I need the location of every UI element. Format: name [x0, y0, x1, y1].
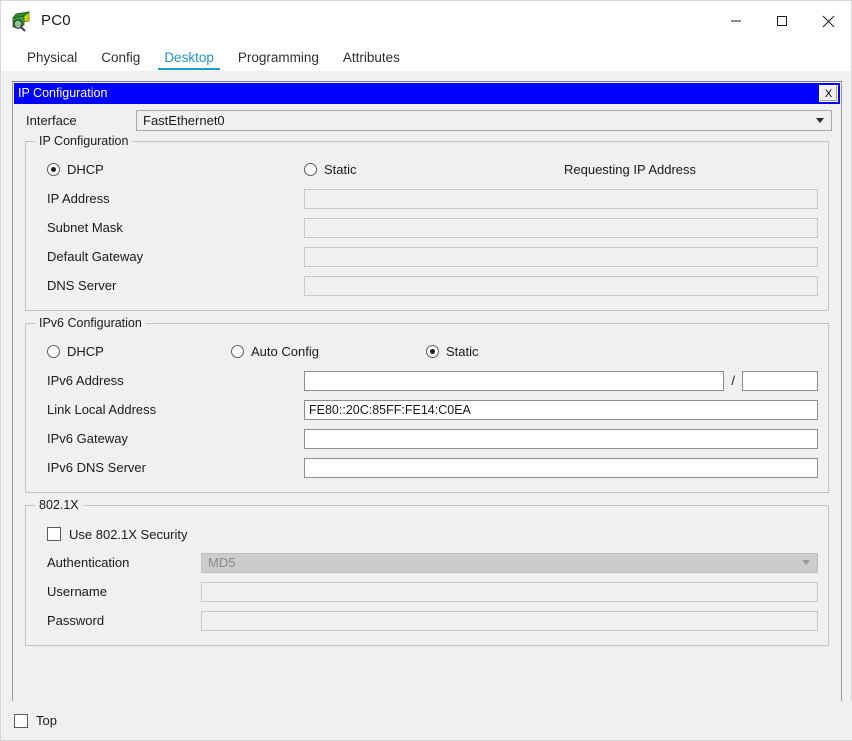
- ipv4-static-label: Static: [324, 161, 357, 177]
- ipv6-prefix-length-input[interactable]: [742, 370, 818, 391]
- ipv4-configuration-group: IP Configuration DHCP Static Requesting …: [25, 134, 829, 311]
- ipv6-autoconfig-radio-item[interactable]: Auto Config: [231, 344, 426, 359]
- ipv6-group-legend: IPv6 Configuration: [35, 316, 146, 330]
- use-dot1x-security-label: Use 802.1X Security: [69, 526, 188, 542]
- pc-device-window: PC0 Physical Config Desktop Programming …: [0, 0, 852, 741]
- ipv4-static-radio-item[interactable]: Static: [304, 162, 564, 177]
- authentication-row: Authentication MD5: [36, 548, 818, 577]
- use-dot1x-security-checkbox[interactable]: [47, 527, 61, 541]
- dns-server-input[interactable]: [304, 275, 818, 296]
- ipv6-static-radio-item[interactable]: Static: [426, 344, 479, 359]
- packet-tracer-device-icon: [11, 10, 33, 32]
- ip-address-label: IP Address: [47, 191, 110, 206]
- dot1x-group-legend: 802.1X: [35, 498, 83, 512]
- window-titlebar: PC0: [1, 1, 851, 41]
- chevron-down-icon: [816, 118, 824, 123]
- device-tabbar: Physical Config Desktop Programming Attr…: [1, 41, 851, 71]
- desktop-content-panel: IP Configuration X Interface FastEtherne…: [12, 81, 842, 703]
- default-gateway-input[interactable]: [304, 246, 818, 267]
- interface-label: Interface: [26, 113, 77, 128]
- ipv6-dns-server-row: IPv6 DNS Server: [36, 453, 818, 482]
- ipv6-address-row: IPv6 Address /: [36, 366, 818, 395]
- authentication-label: Authentication: [47, 555, 130, 570]
- password-row: Password: [36, 606, 818, 635]
- ipv4-dhcp-status: Requesting IP Address: [564, 161, 697, 177]
- ipv4-group-legend: IP Configuration: [35, 134, 133, 148]
- top-checkbox[interactable]: [14, 713, 28, 728]
- interface-dropdown[interactable]: FastEthernet0: [136, 110, 832, 131]
- ipv4-dhcp-label: DHCP: [67, 161, 104, 177]
- chevron-down-icon: [802, 560, 810, 565]
- ipv6-mode-row: DHCP Auto Config Static: [36, 338, 818, 364]
- dns-server-label: DNS Server: [47, 278, 117, 293]
- authentication-value: MD5: [208, 555, 236, 570]
- tab-programming[interactable]: Programming: [226, 47, 331, 71]
- ipv6-dhcp-label: DHCP: [67, 343, 104, 359]
- ip-configuration-titlebar: IP Configuration X: [14, 83, 840, 104]
- ipv6-address-label: IPv6 Address: [47, 373, 124, 388]
- ipv6-static-label: Static: [446, 343, 479, 359]
- dot1x-group: 802.1X Use 802.1X Security Authenticatio…: [25, 498, 829, 646]
- tab-config[interactable]: Config: [89, 47, 152, 71]
- ipv6-prefix-separator: /: [731, 373, 735, 388]
- link-local-address-label: Link Local Address: [47, 402, 157, 417]
- ipv6-dhcp-radio-item[interactable]: DHCP: [36, 344, 231, 359]
- link-local-address-input[interactable]: FE80::20C:85FF:FE14:C0EA: [304, 399, 818, 420]
- subnet-mask-label: Subnet Mask: [47, 220, 123, 235]
- link-local-address-row: Link Local Address FE80::20C:85FF:FE14:C…: [36, 395, 818, 424]
- ipv6-gateway-row: IPv6 Gateway: [36, 424, 818, 453]
- ip-address-input[interactable]: [304, 188, 818, 209]
- ip-configuration-window: IP Configuration X Interface FastEtherne…: [14, 83, 840, 661]
- ipv6-gateway-label: IPv6 Gateway: [47, 431, 128, 446]
- username-label: Username: [47, 584, 107, 599]
- default-gateway-label: Default Gateway: [47, 249, 144, 264]
- authentication-dropdown[interactable]: MD5: [201, 552, 818, 573]
- top-checkbox-label: Top: [36, 713, 57, 728]
- ipv6-static-radio[interactable]: [426, 344, 439, 358]
- minimize-button[interactable]: [713, 1, 759, 41]
- window-title: PC0: [41, 12, 71, 29]
- ipv6-dns-server-label: IPv6 DNS Server: [47, 460, 146, 475]
- ipv4-mode-row: DHCP Static Requesting IP Address: [36, 156, 818, 182]
- ip-configuration-close-button[interactable]: X: [819, 85, 838, 102]
- tab-attributes[interactable]: Attributes: [331, 47, 412, 71]
- username-input[interactable]: [201, 581, 818, 602]
- ip-address-row: IP Address: [36, 184, 818, 213]
- ipv4-static-radio[interactable]: [304, 162, 317, 176]
- password-input[interactable]: [201, 610, 818, 631]
- default-gateway-row: Default Gateway: [36, 242, 818, 271]
- interface-row: Interface FastEthernet0: [14, 104, 840, 135]
- ipv6-autoconfig-label: Auto Config: [251, 343, 319, 359]
- ipv6-configuration-group: IPv6 Configuration DHCP Auto Config Stat…: [25, 316, 829, 493]
- password-label: Password: [47, 613, 105, 628]
- ipv4-dhcp-radio[interactable]: [47, 162, 60, 176]
- tab-desktop[interactable]: Desktop: [152, 47, 226, 71]
- username-row: Username: [36, 577, 818, 606]
- ipv4-dhcp-radio-item[interactable]: DHCP: [36, 162, 304, 177]
- subnet-mask-input[interactable]: [304, 217, 818, 238]
- ipv6-gateway-input[interactable]: [304, 428, 818, 449]
- close-button[interactable]: [805, 1, 851, 41]
- ipv6-dhcp-radio[interactable]: [47, 344, 60, 358]
- maximize-button[interactable]: [759, 1, 805, 41]
- interface-value: FastEthernet0: [143, 113, 225, 128]
- subnet-mask-row: Subnet Mask: [36, 213, 818, 242]
- ipv6-autoconfig-radio[interactable]: [231, 344, 244, 358]
- ip-configuration-title: IP Configuration: [18, 86, 108, 101]
- window-controls: [713, 1, 851, 41]
- tab-physical[interactable]: Physical: [15, 47, 89, 71]
- ipv6-dns-server-input[interactable]: [304, 457, 818, 478]
- use-dot1x-security-row[interactable]: Use 802.1X Security: [36, 520, 818, 548]
- bottom-bar: Top: [1, 701, 852, 740]
- dns-server-row: DNS Server: [36, 271, 818, 300]
- ipv6-address-input[interactable]: [304, 370, 725, 391]
